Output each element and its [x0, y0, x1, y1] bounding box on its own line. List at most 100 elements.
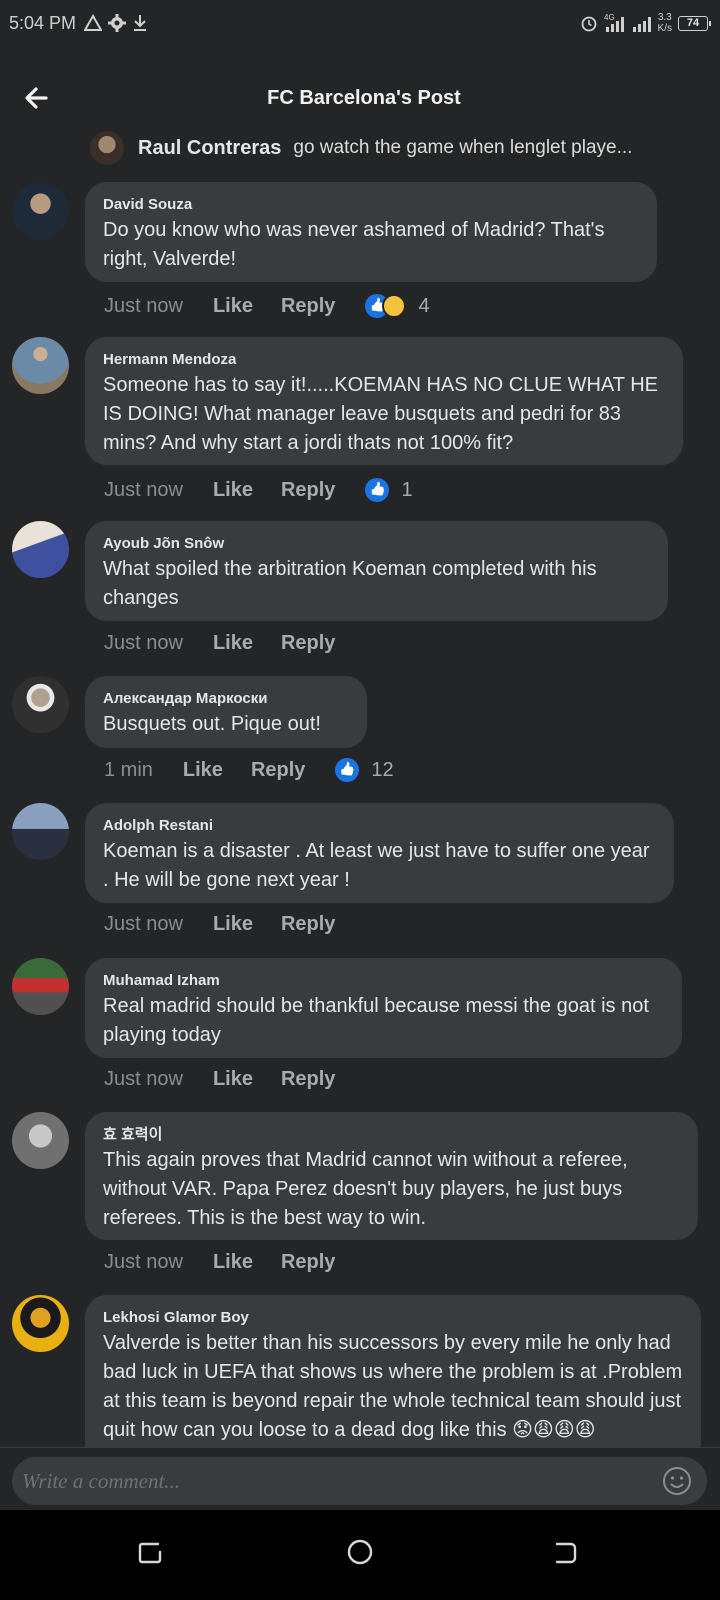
comment-bubble[interactable]: Lekhosi Glamor Boy Valverde is better th…	[85, 1295, 701, 1447]
comment-author[interactable]: Adolph Restani	[103, 817, 656, 835]
comment-actions: Just now Like Reply	[104, 1247, 363, 1277]
comment-author[interactable]: Александар Маркоски	[103, 690, 349, 708]
reply-button[interactable]: Reply	[281, 632, 335, 655]
comment-author[interactable]: Hermann Mendoza	[103, 351, 665, 369]
smiley-icon	[663, 1467, 691, 1495]
reply-button[interactable]: Reply	[281, 1068, 335, 1091]
comment-actions: 1 min Like Reply 12	[104, 755, 394, 785]
reaction-summary[interactable]: 4	[365, 294, 430, 318]
system-navigation-bar	[0, 1510, 720, 1600]
comment-item: Александар Маркоски Busquets out. Pique …	[0, 676, 720, 796]
avatar[interactable]	[90, 131, 124, 165]
comment-actions: Just now Like Reply	[104, 909, 363, 939]
parent-comment-preview[interactable]: Raul Contreras go watch the game when le…	[90, 130, 715, 166]
comment-author[interactable]: 효 효력이	[103, 1126, 680, 1144]
comment-author[interactable]: Ayoub Jõn Snôw	[103, 535, 650, 553]
status-notification-icons	[84, 12, 148, 34]
comment-author[interactable]: David Souza	[103, 196, 639, 214]
network-speed-unit: K/s	[657, 23, 672, 34]
like-button[interactable]: Like	[213, 1251, 253, 1274]
home-circle-icon	[347, 1539, 373, 1565]
comment-actions: Just now Like Reply	[104, 1064, 363, 1094]
like-reaction-icon	[335, 758, 360, 782]
status-time: 5:04 PM	[9, 13, 77, 33]
comment-item: Lekhosi Glamor Boy Valverde is better th…	[0, 1295, 720, 1447]
comment-bubble[interactable]: David Souza Do you know who was never as…	[85, 182, 657, 282]
signal-icon	[632, 17, 651, 32]
back-nav-button[interactable]	[545, 1532, 585, 1572]
comment-text: Someone has to say it!.....KOEMAN HAS NO…	[103, 374, 658, 454]
comment-bubble[interactable]: Adolph Restani Koeman is a disaster . At…	[85, 803, 674, 903]
comment-item: Ayoub Jõn Snôw What spoiled the arbitrat…	[0, 521, 720, 671]
reaction-summary[interactable]: 1	[365, 478, 413, 502]
like-button[interactable]: Like	[213, 295, 253, 318]
svg-text:4G: 4G	[604, 13, 615, 22]
comment-time: Just now	[104, 478, 183, 501]
comment-time: Just now	[104, 912, 183, 935]
avatar[interactable]	[12, 1112, 69, 1169]
reply-button[interactable]: Reply	[281, 479, 335, 502]
reaction-summary[interactable]: 12	[335, 758, 394, 782]
download-icon	[134, 15, 146, 31]
avatar[interactable]	[12, 337, 69, 394]
comment-item: Adolph Restani Koeman is a disaster . At…	[0, 803, 720, 953]
comment-bubble[interactable]: Александар Маркоски Busquets out. Pique …	[85, 676, 367, 748]
like-reaction-icon	[365, 478, 390, 502]
reaction-count: 4	[418, 294, 430, 317]
like-button[interactable]: Like	[213, 913, 253, 936]
like-button[interactable]: Like	[213, 1068, 253, 1091]
avatar[interactable]	[12, 182, 69, 239]
comment-text: This again proves that Madrid cannot win…	[103, 1149, 628, 1229]
comment-actions: Just now Like Reply 1	[104, 475, 413, 505]
reply-button[interactable]: Reply	[281, 913, 335, 936]
status-bar: 5:04 PM 4G 3.3 K/s 74	[0, 0, 720, 46]
comment-author[interactable]: Lekhosi Glamor Boy	[103, 1309, 683, 1327]
reply-button[interactable]: Reply	[251, 759, 305, 782]
battery-indicator: 74	[678, 15, 711, 31]
comment-item: 효 효력이 This again proves that Madrid cann…	[0, 1112, 720, 1287]
comment-author[interactable]: Muhamad Izham	[103, 972, 664, 990]
status-system-icons: 4G 3.3 K/s 74	[580, 10, 711, 36]
comment-item: Muhamad Izham Real madrid should be than…	[0, 958, 720, 1108]
comment-text: What spoiled the arbitration Koeman comp…	[103, 558, 597, 609]
comment-bubble[interactable]: Hermann Mendoza Someone has to say it!..…	[85, 337, 683, 465]
reply-button[interactable]: Reply	[281, 1251, 335, 1274]
like-button[interactable]: Like	[213, 632, 253, 655]
alarm-icon	[581, 16, 596, 32]
comment-bubble[interactable]: Muhamad Izham Real madrid should be than…	[85, 958, 682, 1058]
comment-composer-bar	[0, 1447, 720, 1510]
like-button[interactable]: Like	[213, 479, 253, 502]
parent-comment-author[interactable]: Raul Contreras	[138, 137, 281, 160]
emoji-button[interactable]	[661, 1465, 693, 1497]
recents-icon	[138, 1542, 162, 1564]
avatar[interactable]	[12, 676, 69, 733]
back-nav-icon	[555, 1542, 577, 1564]
page-title: FC Barcelona's Post	[267, 87, 461, 109]
comment-bubble[interactable]: Ayoub Jõn Snôw What spoiled the arbitrat…	[85, 521, 668, 621]
comment-text: Busquets out. Pique out!	[103, 713, 321, 735]
reply-button[interactable]: Reply	[281, 295, 335, 318]
comment-text: Koeman is a disaster . At least we just …	[103, 840, 650, 891]
avatar[interactable]	[12, 1295, 69, 1352]
reaction-count: 12	[371, 758, 394, 781]
comment-time: 1 min	[104, 758, 153, 781]
avatar[interactable]	[12, 958, 69, 1015]
comment-text: Valverde is better than his successors b…	[103, 1332, 683, 1441]
comment-time: Just now	[104, 1250, 183, 1273]
app-header: FC Barcelona's Post	[0, 70, 720, 128]
comment-bubble[interactable]: 효 효력이 This again proves that Madrid cann…	[85, 1112, 698, 1240]
comment-text: Real madrid should be thankful because m…	[103, 995, 649, 1046]
recent-apps-button[interactable]	[130, 1532, 170, 1572]
reaction-count: 1	[401, 478, 413, 501]
avatar[interactable]	[12, 803, 69, 860]
like-button[interactable]: Like	[183, 759, 223, 782]
comment-actions: Just now Like Reply 4	[104, 291, 430, 321]
comment-composer[interactable]	[12, 1457, 707, 1505]
gear-icon	[108, 14, 126, 32]
network-speed-value: 3.3	[657, 12, 672, 23]
home-button[interactable]	[340, 1532, 380, 1572]
comment-text: Do you know who was never ashamed of Mad…	[103, 219, 605, 270]
comment-input[interactable]	[22, 1457, 622, 1505]
comment-time: Just now	[104, 1067, 183, 1090]
avatar[interactable]	[12, 521, 69, 578]
